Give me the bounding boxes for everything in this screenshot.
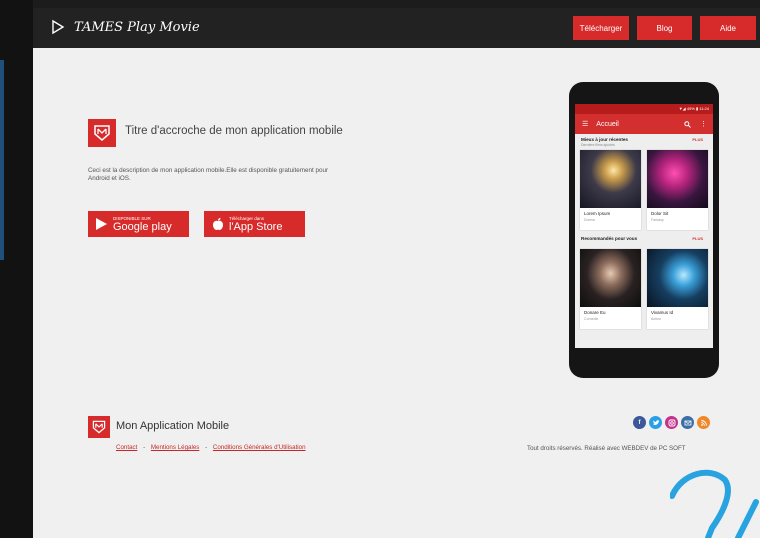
footer-links: Contact - Mentions Légales - Conditions … bbox=[116, 444, 306, 451]
play-store-icon bbox=[96, 218, 107, 230]
movie-poster bbox=[647, 150, 708, 208]
movie-genre: Comedie bbox=[584, 317, 599, 321]
search-icon[interactable] bbox=[684, 120, 691, 128]
link-separator: - bbox=[143, 444, 146, 451]
play-logo-icon bbox=[52, 19, 65, 35]
facebook-icon[interactable]: f bbox=[633, 416, 646, 429]
nav-download-button[interactable]: Télécharger bbox=[573, 16, 629, 40]
phone-app-title: Accueil bbox=[596, 120, 619, 128]
app-logo-icon bbox=[88, 119, 116, 147]
nav-help-button[interactable]: Aide bbox=[700, 16, 756, 40]
movie-card[interactable]: Donare Eu Comedie bbox=[580, 249, 641, 329]
nav-blog-button[interactable]: Blog bbox=[637, 16, 692, 40]
rss-icon[interactable] bbox=[697, 416, 710, 429]
movie-genre: Drama bbox=[584, 218, 595, 222]
recommended-cards: Donare Eu Comedie Vivamus Id Action bbox=[575, 249, 713, 329]
desktop-accent-bar bbox=[0, 60, 4, 260]
desktop-left-strip bbox=[0, 0, 33, 538]
recent-cards: Lorem Ipsum Drama Dolor Sit Fantasy bbox=[575, 150, 713, 230]
movie-poster bbox=[647, 249, 708, 307]
section-recent-title: Mieux à jour récentes bbox=[581, 137, 628, 142]
movie-card[interactable]: Lorem Ipsum Drama bbox=[580, 150, 641, 230]
movie-title: Donare Eu bbox=[584, 310, 606, 315]
phone-mockup: ▼◢ 45% ▮ 11:24 ☰ Accueil ⋮ Mieux à jour … bbox=[569, 82, 719, 378]
movie-genre: Fantasy bbox=[651, 218, 664, 222]
brand-name: TAMES Play Movie bbox=[74, 19, 200, 35]
section-recommended-more-link[interactable]: PLUS bbox=[692, 236, 703, 241]
section-recommended-title: Recommandés pour vous bbox=[581, 236, 638, 241]
app-store-label: l'App Store bbox=[229, 220, 283, 233]
movie-title: Vivamus Id bbox=[651, 310, 674, 315]
apple-icon bbox=[213, 218, 223, 230]
footer-title: Mon Application Mobile bbox=[116, 420, 230, 432]
footer-logo-icon bbox=[88, 416, 110, 438]
contact-link[interactable]: Contact bbox=[116, 444, 137, 451]
brand-logo[interactable]: TAMES Play Movie bbox=[50, 19, 200, 35]
webdev-watermark bbox=[670, 469, 759, 538]
terms-link[interactable]: Conditions Générales d'Utilisation bbox=[213, 444, 306, 451]
phone-status-bar: ▼◢ 45% ▮ 11:24 bbox=[575, 104, 713, 114]
instagram-icon[interactable] bbox=[665, 416, 678, 429]
google-play-button[interactable]: DISPONIBLE SUR Google play bbox=[88, 211, 189, 237]
movie-card[interactable]: Dolor Sit Fantasy bbox=[647, 150, 708, 230]
phone-app-bar: ☰ Accueil ⋮ bbox=[575, 114, 713, 134]
legal-notice-link[interactable]: Mentions Légales bbox=[151, 444, 200, 451]
hero-description: Ceci est la description de mon applicati… bbox=[88, 167, 329, 182]
menu-icon[interactable]: ☰ bbox=[582, 120, 588, 128]
section-recent-more-link[interactable]: PLUS bbox=[692, 137, 703, 142]
more-vert-icon[interactable]: ⋮ bbox=[700, 120, 707, 128]
link-separator: - bbox=[205, 444, 208, 451]
movie-title: Lorem Ipsum bbox=[584, 211, 611, 216]
hero-title: Titre d'accroche de mon application mobi… bbox=[125, 125, 343, 137]
twitter-icon[interactable] bbox=[649, 416, 662, 429]
phone-screen: ▼◢ 45% ▮ 11:24 ☰ Accueil ⋮ Mieux à jour … bbox=[575, 104, 713, 348]
email-icon[interactable] bbox=[681, 416, 694, 429]
movie-poster bbox=[580, 150, 641, 208]
movie-genre: Action bbox=[651, 317, 661, 321]
site-header: TAMES Play Movie Télécharger Blog Aide bbox=[33, 8, 760, 48]
section-recent: Mieux à jour récentes Dernière films ajo… bbox=[575, 134, 713, 150]
google-play-label: Google play bbox=[113, 220, 172, 233]
movie-poster bbox=[580, 249, 641, 307]
web-page: TAMES Play Movie Télécharger Blog Aide T… bbox=[33, 8, 760, 538]
movie-title: Dolor Sit bbox=[651, 211, 669, 216]
section-recommended: Recommandés pour vous PLUS bbox=[575, 233, 713, 249]
section-recent-subtitle: Dernière films ajoutés bbox=[581, 143, 615, 147]
copyright-text: Tout droits réservés. Réalisé avec WEBDE… bbox=[527, 445, 686, 452]
app-store-button[interactable]: Télécharger dans l'App Store bbox=[204, 211, 305, 237]
movie-card[interactable]: Vivamus Id Action bbox=[647, 249, 708, 329]
